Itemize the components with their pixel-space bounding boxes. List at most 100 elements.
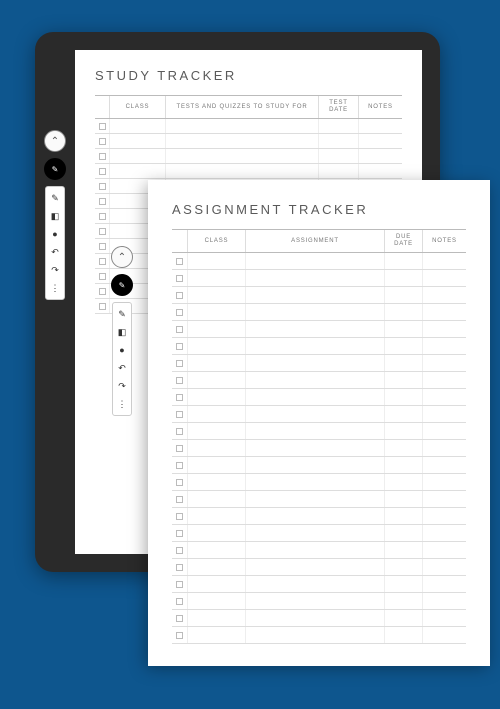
cell-notes[interactable] <box>422 474 466 490</box>
cell-main[interactable] <box>245 355 384 371</box>
cell-date[interactable] <box>318 149 358 163</box>
checkbox[interactable] <box>176 547 183 554</box>
checkbox[interactable] <box>176 275 183 282</box>
cell-main[interactable] <box>245 457 384 473</box>
cell-main[interactable] <box>165 134 318 148</box>
cell-date[interactable] <box>384 321 422 337</box>
checkbox[interactable] <box>176 394 183 401</box>
cell-notes[interactable] <box>422 304 466 320</box>
checkbox[interactable] <box>99 273 106 280</box>
cell-date[interactable] <box>384 355 422 371</box>
checkbox[interactable] <box>99 243 106 250</box>
cell-class[interactable] <box>187 457 245 473</box>
cell-notes[interactable] <box>422 457 466 473</box>
cell-class[interactable] <box>187 389 245 405</box>
undo-tool-button[interactable]: ↶ <box>114 361 130 375</box>
checkbox[interactable] <box>176 445 183 452</box>
cell-notes[interactable] <box>422 610 466 626</box>
cell-class[interactable] <box>187 423 245 439</box>
cell-notes[interactable] <box>422 525 466 541</box>
cell-date[interactable] <box>384 559 422 575</box>
checkbox[interactable] <box>99 228 106 235</box>
cell-class[interactable] <box>187 610 245 626</box>
cell-date[interactable] <box>384 270 422 286</box>
more-tool-button[interactable]: ⋮ <box>47 281 63 295</box>
cell-main[interactable] <box>165 164 318 178</box>
checkbox[interactable] <box>176 598 183 605</box>
checkbox[interactable] <box>176 479 183 486</box>
checkbox[interactable] <box>99 198 106 205</box>
checkbox[interactable] <box>176 360 183 367</box>
cell-notes[interactable] <box>422 372 466 388</box>
cell-notes[interactable] <box>422 491 466 507</box>
cell-notes[interactable] <box>422 321 466 337</box>
cell-class[interactable] <box>187 440 245 456</box>
checkbox[interactable] <box>99 213 106 220</box>
cell-notes[interactable] <box>422 270 466 286</box>
checkbox[interactable] <box>176 581 183 588</box>
cell-main[interactable] <box>245 270 384 286</box>
more-tool-button[interactable]: ⋮ <box>114 397 130 411</box>
cell-notes[interactable] <box>422 440 466 456</box>
cell-main[interactable] <box>245 304 384 320</box>
checkbox[interactable] <box>99 258 106 265</box>
checkbox[interactable] <box>176 428 183 435</box>
shape-tool-button[interactable]: ● <box>47 227 63 241</box>
cell-notes[interactable] <box>358 134 402 148</box>
cell-class[interactable] <box>187 474 245 490</box>
checkbox[interactable] <box>176 309 183 316</box>
cell-notes[interactable] <box>422 389 466 405</box>
cell-notes[interactable] <box>422 627 466 643</box>
cell-class[interactable] <box>187 542 245 558</box>
toolbar-collapse-button[interactable]: ⌃ <box>111 246 133 268</box>
cell-notes[interactable] <box>422 355 466 371</box>
checkbox[interactable] <box>176 513 183 520</box>
cell-main[interactable] <box>245 389 384 405</box>
cell-class[interactable] <box>187 508 245 524</box>
cell-notes[interactable] <box>422 508 466 524</box>
cell-notes[interactable] <box>422 542 466 558</box>
cell-notes[interactable] <box>422 338 466 354</box>
cell-class[interactable] <box>187 253 245 269</box>
cell-notes[interactable] <box>422 423 466 439</box>
cell-date[interactable] <box>384 525 422 541</box>
cell-date[interactable] <box>318 164 358 178</box>
cell-class[interactable] <box>109 134 165 148</box>
checkbox[interactable] <box>176 377 183 384</box>
cell-class[interactable] <box>187 525 245 541</box>
checkbox[interactable] <box>99 153 106 160</box>
cell-main[interactable] <box>245 542 384 558</box>
checkbox[interactable] <box>99 303 106 310</box>
cell-main[interactable] <box>245 474 384 490</box>
cell-main[interactable] <box>245 627 384 643</box>
cell-notes[interactable] <box>422 593 466 609</box>
cell-date[interactable] <box>384 287 422 303</box>
cell-date[interactable] <box>384 423 422 439</box>
cell-class[interactable] <box>187 287 245 303</box>
checkbox[interactable] <box>176 632 183 639</box>
cell-class[interactable] <box>187 406 245 422</box>
cell-class[interactable] <box>187 355 245 371</box>
checkbox[interactable] <box>99 168 106 175</box>
cell-main[interactable] <box>245 525 384 541</box>
checkbox[interactable] <box>99 183 106 190</box>
cell-date[interactable] <box>384 304 422 320</box>
cell-date[interactable] <box>384 474 422 490</box>
cell-main[interactable] <box>245 610 384 626</box>
cell-main[interactable] <box>245 287 384 303</box>
cell-notes[interactable] <box>358 149 402 163</box>
cell-main[interactable] <box>245 440 384 456</box>
cell-date[interactable] <box>384 542 422 558</box>
cell-date[interactable] <box>384 253 422 269</box>
checkbox[interactable] <box>176 462 183 469</box>
cell-date[interactable] <box>318 134 358 148</box>
checkbox[interactable] <box>176 258 183 265</box>
cell-date[interactable] <box>384 610 422 626</box>
cell-main[interactable] <box>245 321 384 337</box>
checkbox[interactable] <box>176 411 183 418</box>
cell-class[interactable] <box>187 270 245 286</box>
cell-notes[interactable] <box>422 253 466 269</box>
cell-date[interactable] <box>384 593 422 609</box>
checkbox[interactable] <box>99 288 106 295</box>
cell-date[interactable] <box>318 119 358 133</box>
